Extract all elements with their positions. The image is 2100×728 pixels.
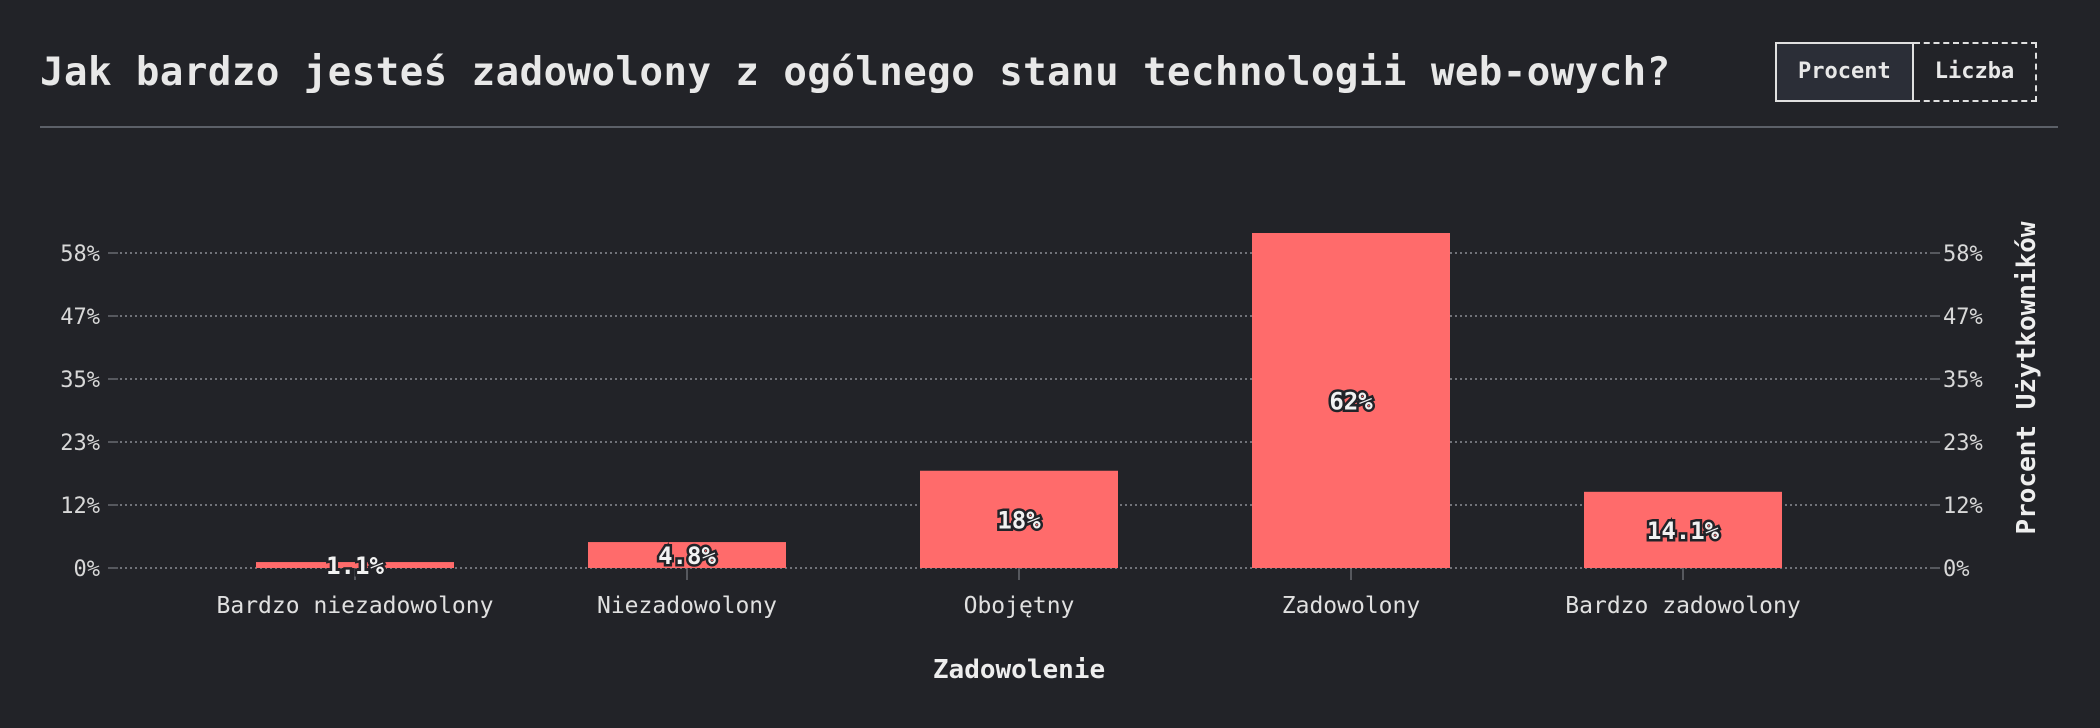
y-tick-label-right: 47% <box>1943 305 1983 330</box>
bar-value-label: 4.8% <box>658 542 716 570</box>
y-tick-label: 47% <box>60 305 100 330</box>
bar-value-label: 1.1% <box>326 552 384 580</box>
y-tick-label: 12% <box>60 494 100 519</box>
bar-value-label: 62% <box>1329 388 1373 416</box>
y-tick-label-right: 0% <box>1943 557 1970 582</box>
x-tick-label: Zadowolony <box>1282 593 1420 619</box>
x-tick-label: Obojętny <box>964 593 1075 619</box>
y-tick-label-right: 58% <box>1943 242 1983 267</box>
bar-chart: 0% 0% 12% 12% 23% 23% 35% 35% 47% 47% 58% 58% Bardz… <box>60 221 2042 685</box>
x-axis-title: Zadowolenie <box>933 655 1105 685</box>
y-tick-label: 0% <box>74 557 101 582</box>
y-tick-label-right: 35% <box>1943 368 1983 393</box>
bar-value-label: 14.1% <box>1647 517 1720 545</box>
bar-value-label: 18% <box>997 506 1041 534</box>
y-tick-label-right: 23% <box>1943 431 1983 456</box>
x-tick-label: Bardzo zadowolony <box>1565 593 1800 619</box>
y-tick-label: 58% <box>60 242 100 267</box>
x-tick-label: Bardzo niezadowolony <box>217 593 494 619</box>
y-tick-label: 23% <box>60 431 100 456</box>
y-tick-label: 35% <box>60 368 100 393</box>
x-tick-label: Niezadowolony <box>597 593 777 619</box>
y-tick-label-right: 12% <box>1943 494 1983 519</box>
y-axis-title: Procent Użytkowników <box>2012 221 2042 534</box>
